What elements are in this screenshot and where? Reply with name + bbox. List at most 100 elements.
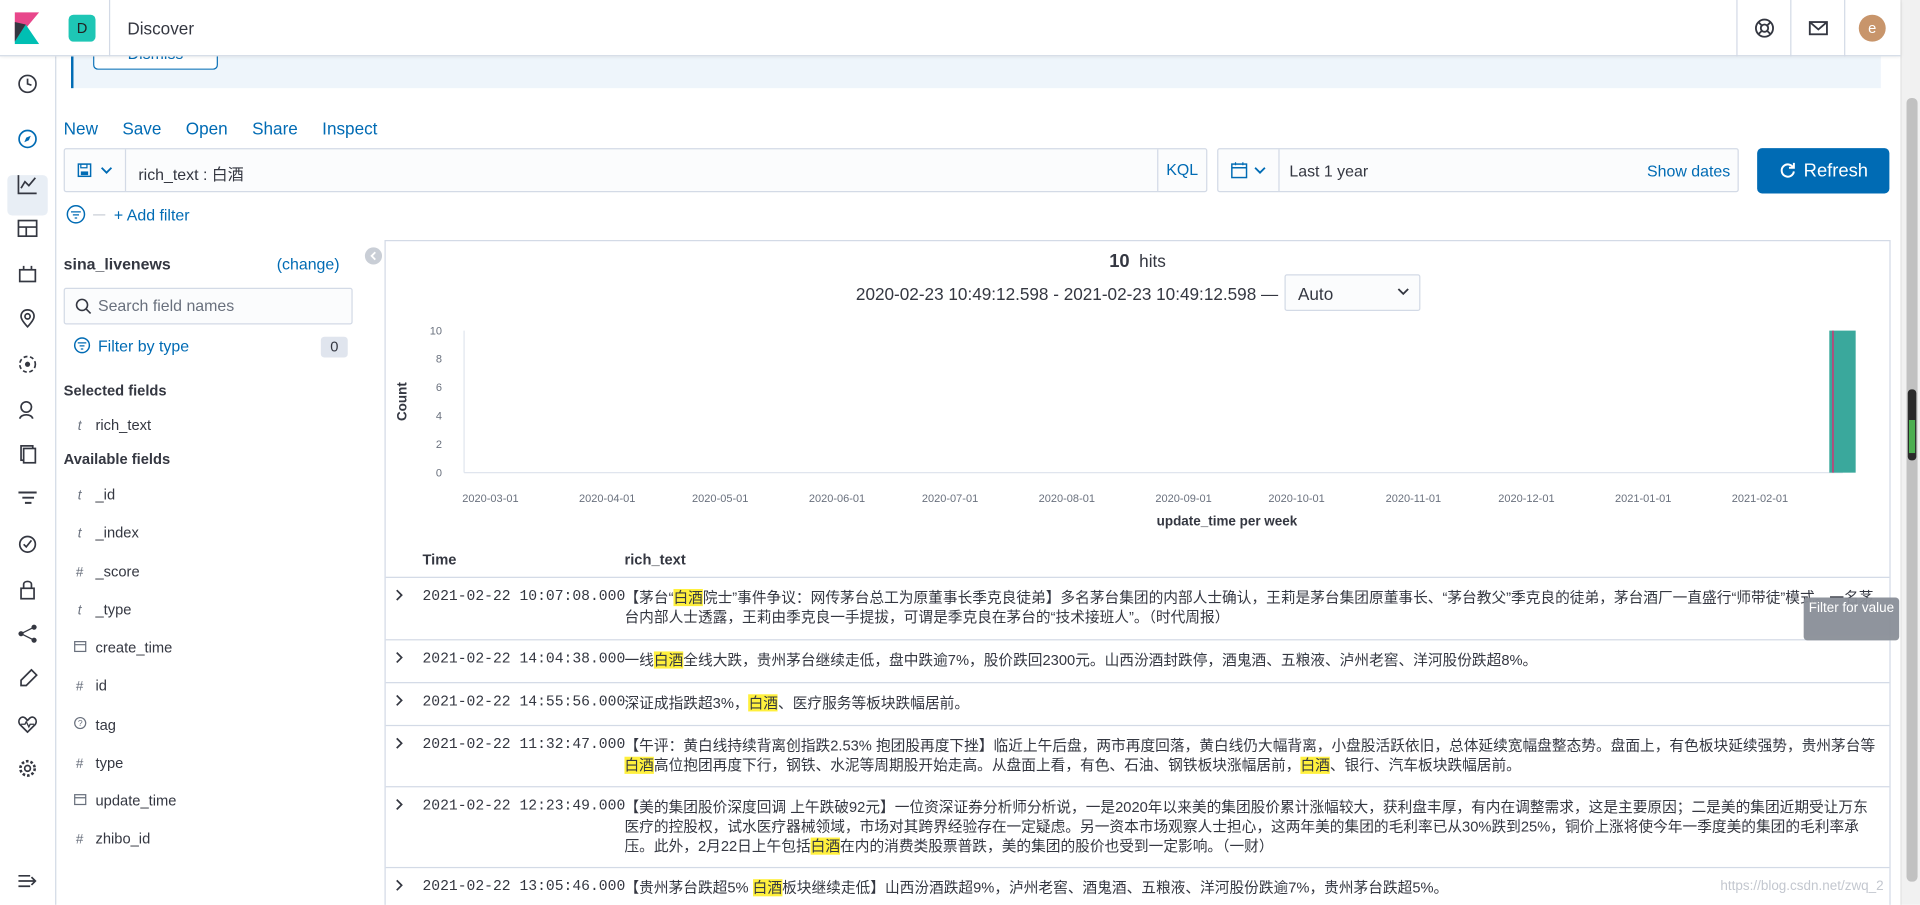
dev-tools-icon[interactable] — [17, 668, 38, 690]
save-icon — [77, 163, 92, 178]
user-avatar[interactable]: e — [1858, 14, 1886, 42]
filter-icon — [73, 337, 91, 354]
menu-save[interactable]: Save — [122, 119, 161, 139]
uptime-icon[interactable] — [17, 534, 38, 555]
row-rich-text: 【午评：黄白线持续背离创指跌2.53% 抱团股再度下挫】临近上午后盘，两市再度回… — [624, 737, 1876, 774]
collapse-sidebar-button[interactable] — [364, 247, 383, 265]
field-item[interactable]: # zhibo_id — [71, 830, 150, 847]
canvas-icon[interactable] — [17, 263, 38, 284]
expand-chevron-icon[interactable] — [393, 797, 405, 812]
field-search — [63, 287, 353, 325]
field-name: _index — [95, 524, 139, 542]
change-index-pattern-link[interactable]: (change) — [277, 255, 340, 273]
filter-options-icon[interactable] — [66, 204, 86, 224]
expand-chevron-icon[interactable] — [393, 878, 405, 893]
field-item[interactable]: t _id — [71, 486, 115, 503]
table-row[interactable]: 2021-02-22 10:07:08.000 【茅台“白酒院士”事件争议：网传茅… — [385, 576, 1890, 639]
kibana-logo-icon[interactable] — [14, 12, 40, 45]
menu-open[interactable]: Open — [186, 119, 228, 139]
field-name: id — [95, 677, 107, 695]
results-date-range: 2020-02-23 10:49:12.598 - 2021-02-23 10:… — [855, 284, 1279, 304]
space-avatar[interactable]: D — [68, 14, 96, 42]
query-language-button[interactable]: KQL — [1157, 149, 1206, 192]
table-row[interactable]: 2021-02-22 12:23:49.000 【美的集团股价深度回调 上午跌破9… — [385, 786, 1890, 867]
scrollbar-thumb[interactable] — [1906, 97, 1918, 882]
table-row[interactable]: 2021-02-22 11:32:47.000 【午评：黄白线持续背离创指跌2.5… — [385, 724, 1890, 786]
table-row[interactable]: 2021-02-22 14:55:56.000 深证成指跌超3%，白酒、医疗服务等… — [385, 682, 1890, 725]
y-tick-label: 0 — [436, 467, 442, 479]
collapse-nav-icon[interactable] — [17, 871, 38, 892]
x-tick-label: 2021-02-01 — [1732, 493, 1788, 505]
interval-select[interactable]: Auto — [1284, 274, 1421, 312]
menu-share[interactable]: Share — [252, 119, 298, 139]
quick-menu-button[interactable] — [1218, 149, 1280, 192]
expand-chevron-icon[interactable] — [393, 736, 405, 751]
x-tick-label: 2021-01-01 — [1615, 493, 1671, 505]
y-tick-label: 6 — [436, 382, 442, 394]
date-type-icon — [71, 639, 88, 656]
field-search-input[interactable] — [97, 296, 343, 315]
expand-chevron-icon[interactable] — [393, 650, 405, 665]
dashboard-icon[interactable] — [17, 218, 38, 239]
row-time: 2021-02-22 12:23:49.000 — [422, 797, 626, 815]
selected-fields-title: Selected fields — [63, 382, 167, 400]
add-filter-button[interactable]: + Add filter — [114, 206, 190, 224]
column-header-rich-text[interactable]: rich_text — [624, 551, 685, 568]
svg-text:?: ? — [77, 718, 82, 728]
header-divider — [108, 0, 111, 57]
search-highlight: 白酒 — [673, 588, 703, 607]
field-name: _id — [95, 486, 116, 504]
apm-icon[interactable] — [17, 489, 38, 510]
callout-banner — [71, 56, 1881, 89]
mail-icon[interactable] — [1806, 16, 1830, 40]
field-name: zhibo_id — [95, 830, 151, 848]
x-tick-label: 2020-06-01 — [809, 493, 865, 505]
saved-query-button[interactable] — [65, 149, 127, 192]
help-icon[interactable] — [1752, 16, 1776, 40]
siem-lock-icon[interactable] — [17, 579, 38, 600]
infrastructure-icon[interactable] — [17, 399, 38, 420]
x-tick-label: 2020-11-01 — [1386, 493, 1442, 505]
row-rich-text: 【美的集团股价深度回调 上午跌破92元】一位资深证券分析师分析说，一是2020年… — [624, 798, 1868, 855]
menu-inspect[interactable]: Inspect — [322, 119, 377, 139]
logs-icon[interactable] — [17, 443, 38, 464]
field-item[interactable]: t _type — [71, 601, 132, 618]
column-header-time[interactable]: Time — [422, 551, 456, 568]
monitoring-icon[interactable] — [17, 714, 38, 735]
page-scrollbar[interactable] — [1900, 0, 1920, 905]
y-tick-label: 4 — [436, 411, 442, 423]
show-dates-link[interactable]: Show dates — [1647, 162, 1730, 180]
ml-icon[interactable] — [17, 354, 38, 375]
expand-chevron-icon[interactable] — [393, 588, 405, 603]
graph-icon[interactable] — [17, 623, 38, 644]
field-item[interactable]: # _score — [71, 563, 140, 580]
row-time: 2021-02-22 10:07:08.000 — [422, 587, 626, 605]
visualize-icon[interactable] — [17, 174, 38, 195]
table-row[interactable]: 2021-02-22 13:05:46.000 【贵州茅台跌超5% 白酒板块继续走… — [385, 866, 1890, 904]
table-row[interactable]: 2021-02-22 14:04:38.000 一线白酒全线大跌，贵州茅台继续走低… — [385, 639, 1890, 682]
date-range-text[interactable]: Last 1 year — [1289, 162, 1368, 180]
management-gear-icon[interactable] — [17, 758, 38, 779]
unknown-type-icon: ? — [71, 716, 88, 733]
field-item[interactable]: update_time — [71, 792, 176, 809]
maps-icon[interactable] — [17, 309, 38, 330]
chevron-down-icon — [1254, 167, 1266, 174]
discover-compass-icon[interactable] — [17, 129, 38, 150]
field-item[interactable]: ? tag — [71, 716, 116, 733]
field-item[interactable]: t _index — [71, 524, 139, 541]
query-input[interactable]: rich_text : 白酒 — [138, 162, 243, 185]
watermark: https://blog.csdn.net/zwq_2 — [1720, 879, 1884, 894]
expand-chevron-icon[interactable] — [393, 693, 405, 708]
field-item[interactable]: create_time — [71, 639, 172, 656]
field-item[interactable]: # id — [71, 677, 107, 694]
search-highlight: 白酒 — [748, 694, 779, 712]
field-item[interactable]: # type — [71, 754, 123, 771]
refresh-button[interactable]: Refresh — [1757, 148, 1890, 194]
menu-new[interactable]: New — [64, 119, 98, 139]
recent-icon[interactable] — [17, 73, 38, 94]
number-type-icon: # — [75, 565, 84, 581]
refresh-icon — [1780, 162, 1795, 178]
selected-field-rich-text[interactable]: t rich_text — [71, 416, 151, 433]
histogram-chart: 0 2 4 6 8 10 Count 2020-03-01 2020-04-01 2020-05-… — [395, 325, 1856, 528]
number-type-icon: # — [75, 756, 84, 772]
